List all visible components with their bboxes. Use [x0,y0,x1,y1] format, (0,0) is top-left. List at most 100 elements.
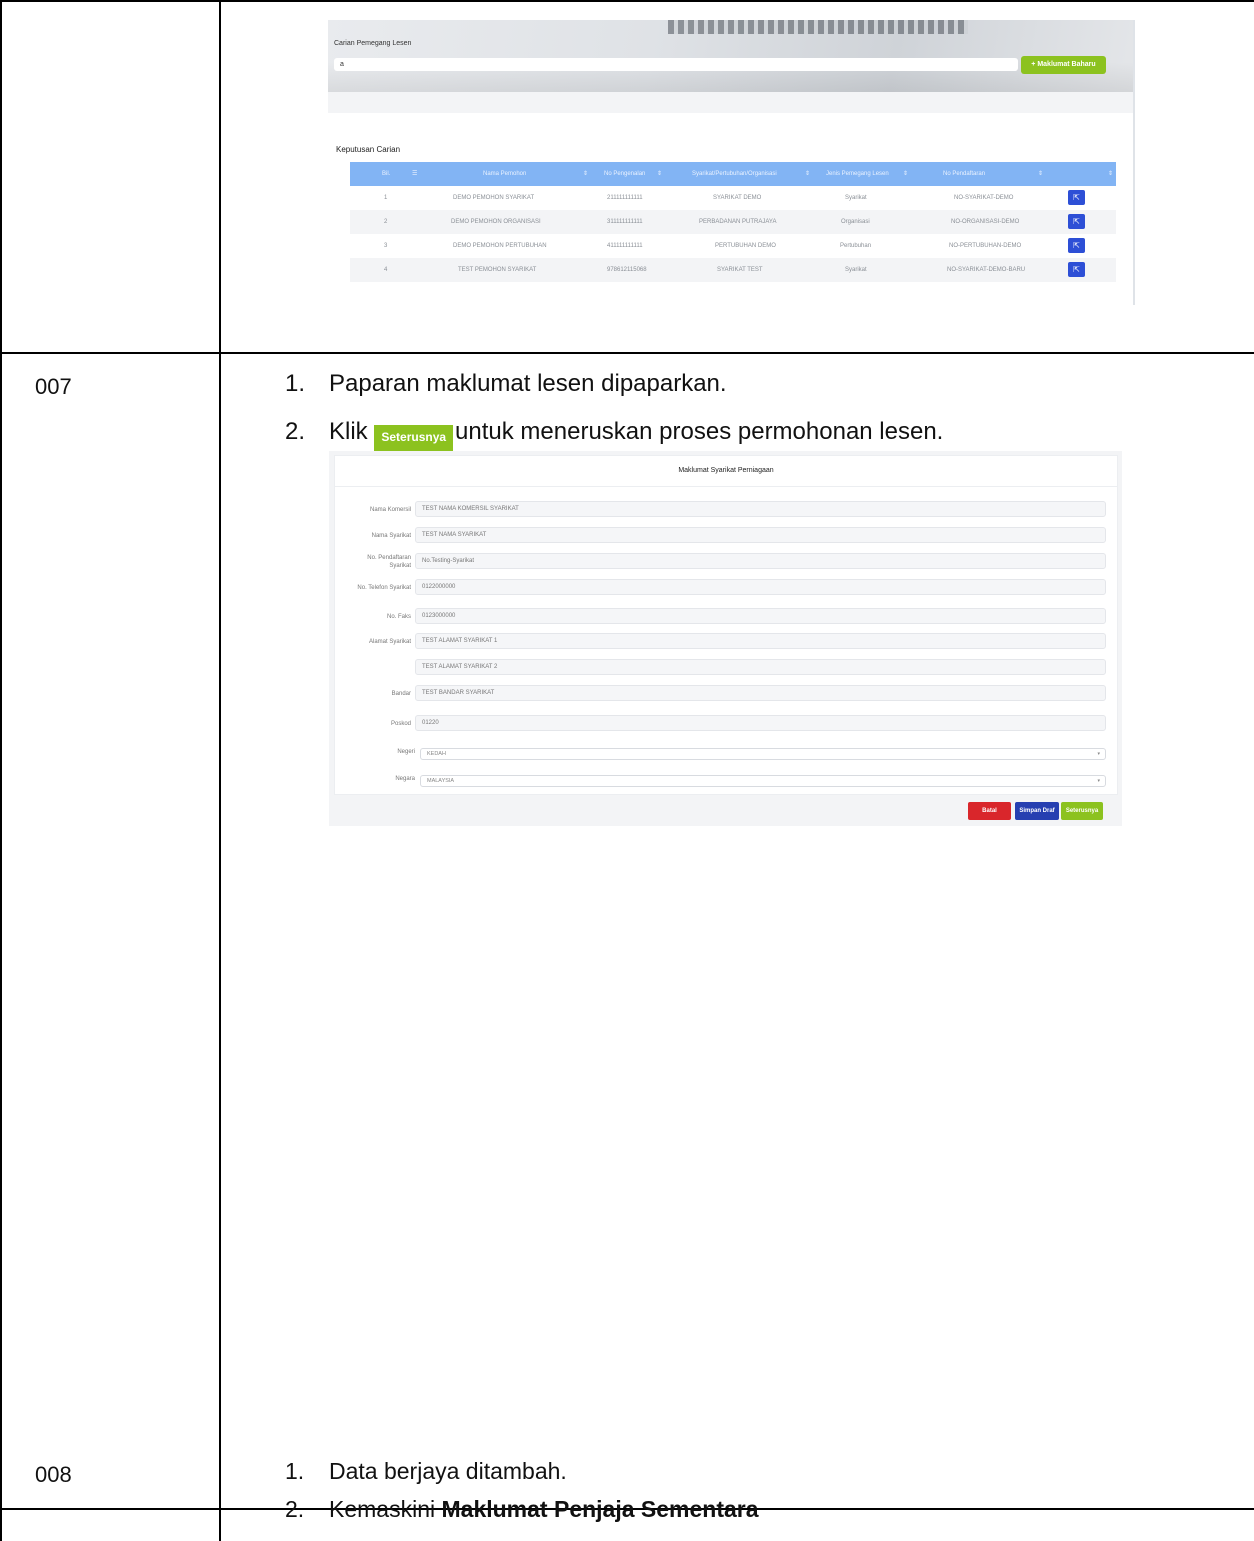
cell-jenis: Syarikat [845,267,867,273]
cell-syarikat: SYARIKAT DEMO [713,195,762,201]
table-row: 2 DEMO PEMOHON ORGANISASI 311111111111 P… [350,210,1116,234]
field-label: No. Telefon Syarikat [357,585,411,591]
seterusnya-button[interactable]: Seterusnya [1061,802,1103,820]
col-nama-pemohon[interactable]: Nama Pemohon [483,162,526,186]
col-bil[interactable]: Bil. [382,162,390,186]
cell-bil: 3 [384,243,388,249]
cell-nama: DEMO PEMOHON PERTUBUHAN [453,243,547,249]
cell-bil: 1 [384,195,388,201]
col-no-pendaftaran[interactable]: No Pendaftaran [943,162,985,186]
cell-syarikat: PERBADANAN PUTRAJAYA [699,219,777,225]
cell-no-pengenalan: 311111111111 [607,219,643,225]
company-details-screenshot: Maklumat Syarikat Perniagaan Nama Komers… [329,451,1122,826]
cell-no-pendaftaran: NO-SYARIKAT-DEMO [954,195,1014,201]
field-label: Alamat Syarikat [368,639,411,645]
document-page: Carian Pemegang Lesen a + Maklumat Bahar… [0,0,1254,1541]
license-holder-search-screenshot: Carian Pemegang Lesen a + Maklumat Bahar… [328,20,1135,305]
search-input[interactable]: a [334,58,1018,71]
field-label: Negeri [397,749,415,755]
select-row-button[interactable]: ⇱ [1068,190,1085,205]
table-row: 4 TEST PEMOHON SYARIKAT 978612115068 SYA… [350,258,1116,282]
sort-icon[interactable]: ⇕ [657,162,662,186]
step-text-prefix: Klik [329,418,368,445]
nama-syarikat-field[interactable]: TEST NAMA SYARIKAT [415,527,1106,543]
company-form-card: Maklumat Syarikat Perniagaan Nama Komers… [334,455,1118,795]
list-number: 1. [285,370,306,397]
cell-no-pengenalan: 411111111111 [607,243,643,249]
cell-nama: DEMO PEMOHON SYARIKAT [453,195,535,201]
negara-select[interactable]: MALAYSIA ▾ [420,775,1106,787]
bandar-field[interactable]: TEST BANDAR SYARIKAT [415,685,1106,701]
cell-nama: TEST PEMOHON SYARIKAT [458,267,537,273]
cell-bil: 2 [384,219,388,225]
form-title: Maklumat Syarikat Perniagaan [335,456,1117,487]
select-row-button[interactable]: ⇱ [1068,214,1085,229]
poskod-field[interactable]: 01220 [415,715,1106,731]
simpan-draf-button[interactable]: Simpan Draf [1015,802,1059,820]
batal-button[interactable]: Batal [968,802,1011,820]
sort-icon[interactable]: ⇕ [583,162,588,186]
negeri-select[interactable]: KEDAH ▾ [420,748,1106,760]
select-row-button[interactable]: ⇱ [1068,262,1085,277]
cell-no-pengenalan: 978612115068 [607,267,647,273]
select-value: KEDAH [427,751,446,757]
col-jenis-pemegang[interactable]: Jenis Pemegang Lesen [826,162,889,186]
table-row: 1 DEMO PEMOHON SYARIKAT 211111111111 SYA… [350,186,1116,210]
table-row: 3 DEMO PEMOHON PERTUBUHAN 411111111111 P… [350,234,1116,258]
search-label: Carian Pemegang Lesen [334,40,412,47]
select-value: MALAYSIA [427,778,455,784]
step-item-1: 1. Paparan maklumat lesen dipaparkan. [285,370,727,398]
field-label: Nama Komersil [369,507,411,513]
no-pendaftaran-field[interactable]: No.Testing-Syarikat [415,553,1106,569]
cell-syarikat: PERTUBUHAN DEMO [715,243,776,249]
col-syarikat[interactable]: Syarikat/Pertubuhan/Organisasi [692,162,777,186]
cell-no-pendaftaran: NO-SYARIKAT-DEMO-BARU [947,267,1026,273]
table-border-top [0,0,1254,2]
filter-icon[interactable]: ☰ [412,162,417,186]
field-label: Syarikat [389,563,411,569]
table-border-left [0,0,2,1541]
new-record-button[interactable]: + Maklumat Baharu [1021,56,1106,74]
alamat-2-field[interactable]: TEST ALAMAT SYARIKAT 2 [415,659,1106,675]
field-label: No. Pendaftaran [367,555,411,561]
field-label: Nama Syarikat [371,533,411,539]
table-header: Bil. ☰ Nama Pemohon ⇕ No Pengenalan ⇕ Sy… [350,162,1116,186]
scrollbar[interactable] [1133,20,1135,305]
hero-decoration [668,20,968,34]
step-text-bold: Maklumat Penjaja Sementara [441,1496,759,1522]
step-number: 007 [35,374,72,399]
cell-jenis: Organisasi [841,219,870,225]
results-title: Keputusan Carian [336,145,401,154]
no-faks-field[interactable]: 0123000000 [415,608,1106,624]
field-label: No. Faks [386,614,411,620]
chevron-down-icon: ▾ [1097,751,1100,757]
select-row-button[interactable]: ⇱ [1068,238,1085,253]
list-number: 2. [285,1496,305,1522]
cell-bil: 4 [384,267,388,273]
field-label: Poskod [390,721,411,727]
col-no-pengenalan[interactable]: No Pengenalan [604,162,645,186]
list-number: 2. [285,418,306,445]
sort-icon[interactable]: ⇕ [1038,162,1043,186]
sort-icon[interactable]: ⇕ [1108,162,1113,186]
chevron-down-icon: ▾ [1097,778,1100,784]
step-item-1: 1. Data berjaya ditambah. [285,1458,567,1485]
sort-icon[interactable]: ⇕ [903,162,908,186]
table-border-middle [219,0,221,1541]
step-item-2: 2. Kemaskini Maklumat Penjaja Sementara [285,1496,759,1523]
step-text-prefix: Kemaskini [329,1496,436,1522]
cell-jenis: Syarikat [845,195,867,201]
no-telefon-field[interactable]: 0122000000 [415,579,1106,595]
step-text: Data berjaya ditambah. [329,1458,567,1484]
nama-komersil-field[interactable]: TEST NAMA KOMERSIL SYARIKAT [415,501,1106,517]
alamat-1-field[interactable]: TEST ALAMAT SYARIKAT 1 [415,633,1106,649]
sort-icon[interactable]: ⇕ [805,162,810,186]
cell-jenis: Pertubuhan [840,243,872,249]
step-text: Paparan maklumat lesen dipaparkan. [329,370,727,397]
cell-no-pendaftaran: NO-PERTUBUHAN-DEMO [949,243,1022,249]
cell-no-pendaftaran: NO-ORGANISASI-DEMO [951,219,1020,225]
search-hero-banner: Carian Pemegang Lesen a + Maklumat Bahar… [328,20,1135,92]
step-text-suffix: untuk meneruskan proses permohonan lesen… [455,418,944,445]
cell-no-pengenalan: 211111111111 [607,195,643,201]
list-number: 1. [285,1458,305,1484]
